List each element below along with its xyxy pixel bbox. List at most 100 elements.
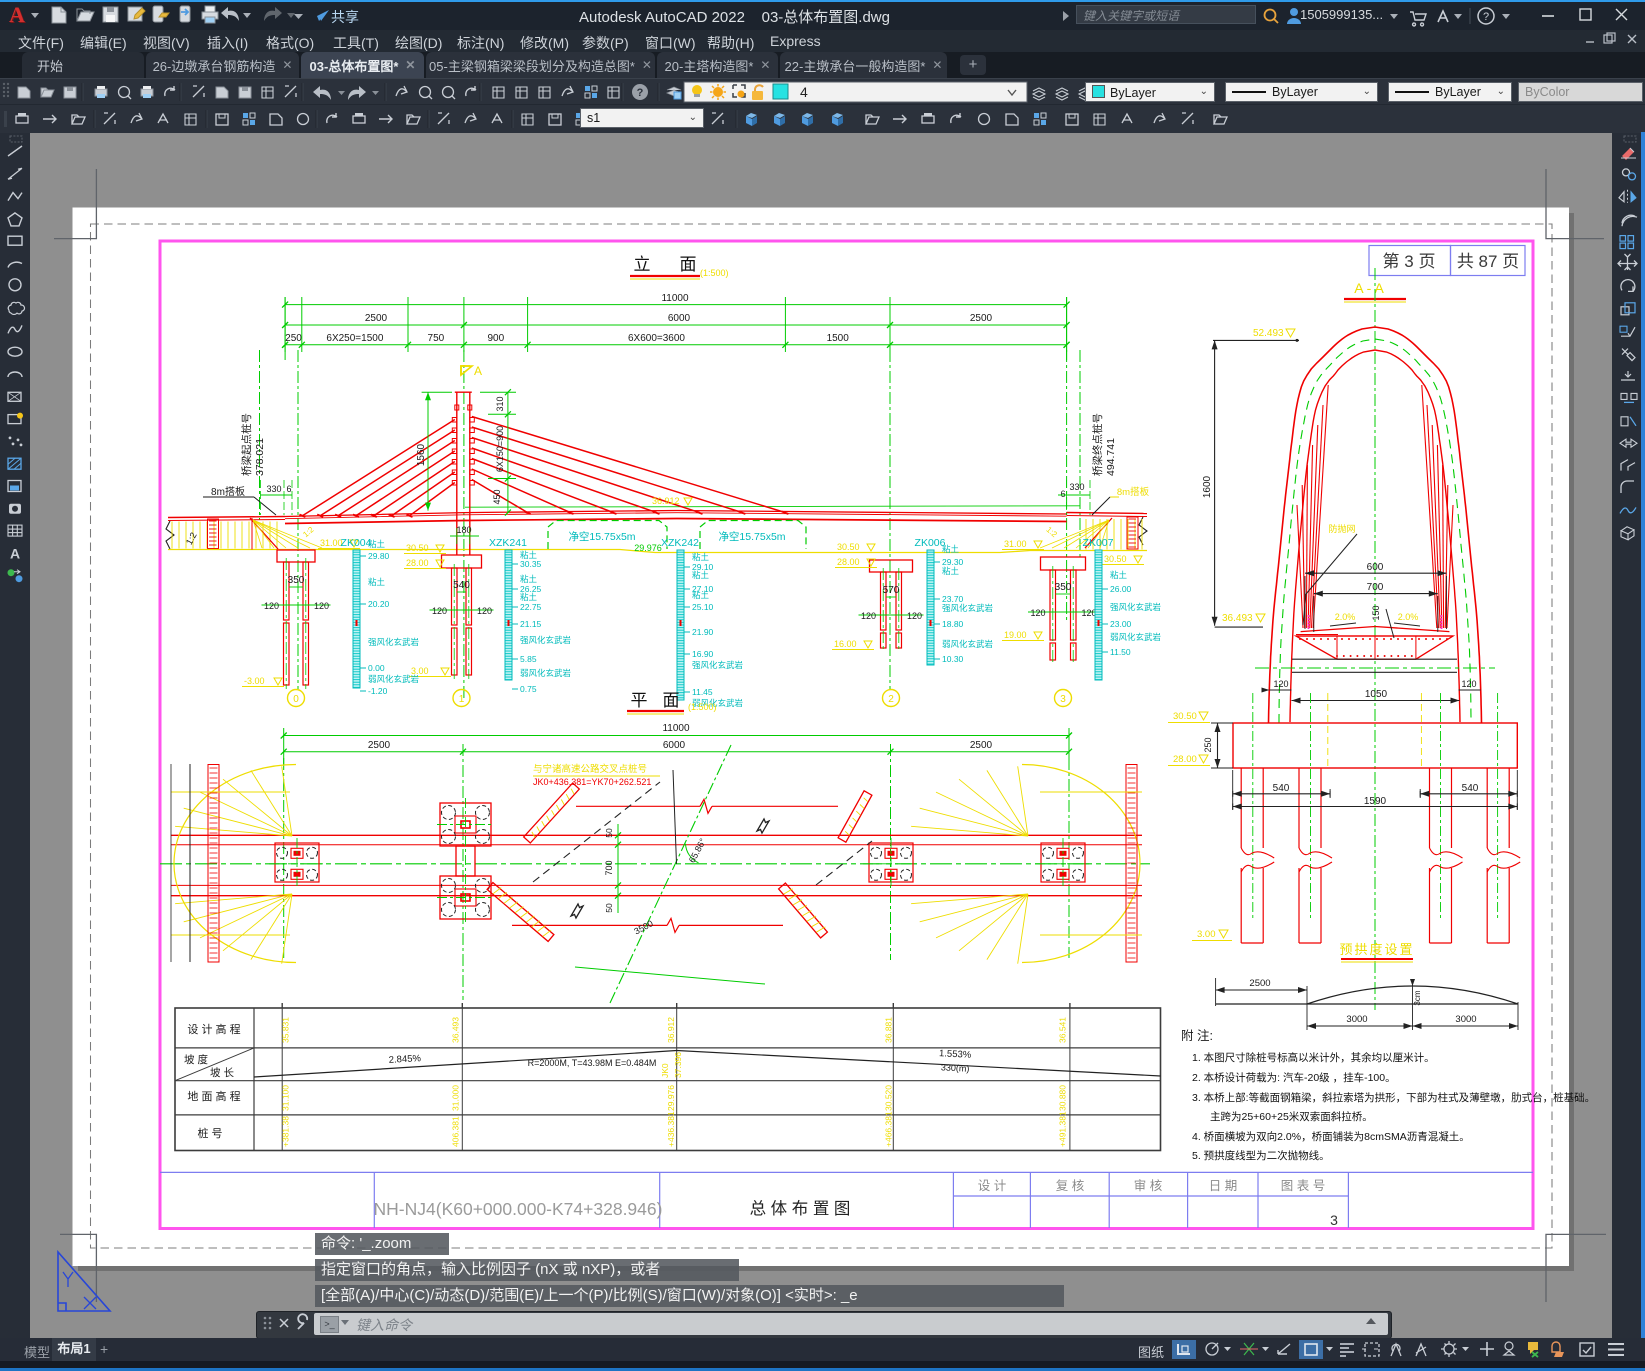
svg-text:4. 桥面横坡为双向2.0%，桥面铺装为8cmSMA沥青混凝: 4. 桥面横坡为双向2.0%，桥面铺装为8cmSMA沥青混凝土。	[1192, 1130, 1470, 1143]
svg-text:弱风化玄武岩: 弱风化玄武岩	[368, 674, 420, 684]
svg-text:30.520: 30.520	[884, 1085, 894, 1111]
svg-text:11000: 11000	[662, 723, 690, 734]
svg-text:1. 本图尺寸除桩号标高以米计外，其余均以厘米计。: 1. 本图尺寸除桩号标高以米计外，其余均以厘米计。	[1192, 1051, 1435, 1064]
svg-text:330(m): 330(m)	[941, 1062, 970, 1073]
svg-text:+466.381: +466.381	[884, 1111, 894, 1147]
svg-text:2.845%: 2.845%	[388, 1053, 421, 1066]
svg-text:450: 450	[492, 489, 502, 504]
svg-text:0.75: 0.75	[520, 684, 537, 694]
svg-text:A: A	[474, 364, 482, 378]
svg-text:120: 120	[861, 611, 876, 621]
svg-text:540: 540	[453, 580, 470, 591]
svg-text:52.493: 52.493	[1253, 328, 1284, 339]
svg-text:1590: 1590	[1364, 796, 1387, 807]
svg-text:28.00: 28.00	[837, 557, 860, 567]
svg-text:30.50: 30.50	[406, 543, 429, 553]
svg-text:4: 4	[800, 84, 808, 100]
svg-text:XZK241: XZK241	[489, 537, 527, 549]
svg-text:A - A: A - A	[1354, 280, 1384, 296]
svg-text:粘土: 粘土	[368, 577, 386, 587]
svg-text:16.90: 16.90	[692, 649, 714, 659]
svg-text:150: 150	[1371, 605, 1381, 620]
svg-text:30.50: 30.50	[837, 542, 860, 552]
svg-text:JK0: JK0	[660, 1063, 670, 1078]
svg-text:494.741: 494.741	[1105, 438, 1117, 476]
svg-text:700: 700	[1367, 582, 1384, 593]
svg-text:6X600=3600: 6X600=3600	[628, 333, 685, 344]
svg-text:设 计 高 程: 设 计 高 程	[187, 1022, 240, 1036]
svg-text:粘土: 粘土	[942, 544, 960, 554]
svg-text:36.541: 36.541	[1058, 1017, 1068, 1043]
svg-text:29.976: 29.976	[666, 1085, 676, 1111]
svg-text:桩 号: 桩 号	[197, 1126, 222, 1140]
svg-text:700: 700	[604, 860, 614, 875]
svg-text:540: 540	[1462, 783, 1479, 794]
svg-text:粘土: 粘土	[520, 574, 538, 584]
svg-text:36.493: 36.493	[1222, 613, 1253, 624]
svg-text:粘土: 粘土	[520, 550, 538, 560]
svg-text:弱风化玄武岩: 弱风化玄武岩	[520, 668, 572, 678]
svg-text:36.881: 36.881	[884, 1017, 894, 1043]
svg-text:粘土: 粘土	[692, 590, 710, 600]
svg-text:1600: 1600	[1202, 475, 1213, 498]
svg-text:120: 120	[907, 611, 922, 621]
svg-text:-1.20: -1.20	[368, 686, 388, 696]
svg-text:22.75: 22.75	[520, 602, 542, 612]
svg-text:坡 长: 坡 长	[210, 1066, 234, 1079]
svg-text:R=2000M, T=43.98M E=0.484M: R=2000M, T=43.98M E=0.484M	[528, 1058, 657, 1068]
svg-text:21.90: 21.90	[692, 627, 714, 637]
svg-text:6: 6	[1060, 489, 1065, 499]
svg-text:2: 2	[888, 694, 894, 705]
svg-text:30.880: 30.880	[1058, 1085, 1068, 1111]
svg-text:3000: 3000	[1455, 1014, 1476, 1025]
svg-text:强风化玄武岩: 强风化玄武岩	[942, 603, 994, 613]
svg-text:120: 120	[314, 601, 329, 611]
svg-text:3. 本桥上部:等截面钢箱梁，斜拉索塔为拱形，下部为柱式及薄: 3. 本桥上部:等截面钢箱梁，斜拉索塔为拱形，下部为柱式及薄壁墩，肋式台，桩基础…	[1192, 1091, 1595, 1104]
svg-text:50: 50	[604, 903, 614, 913]
svg-text:30.35: 30.35	[520, 559, 542, 569]
svg-text:3: 3	[1060, 694, 1066, 705]
svg-text:6000: 6000	[668, 313, 691, 324]
svg-text:8m搭板: 8m搭板	[1117, 486, 1150, 498]
svg-text:+436.381: +436.381	[666, 1111, 676, 1147]
svg-text:6: 6	[286, 484, 291, 494]
svg-text:面: 面	[680, 255, 697, 274]
svg-text:120: 120	[432, 606, 447, 616]
svg-text:36.912: 36.912	[666, 1017, 676, 1043]
svg-text:面: 面	[663, 691, 680, 710]
svg-text:11000: 11000	[661, 293, 689, 304]
svg-text:粘土: 粘土	[942, 566, 960, 576]
svg-text:120: 120	[1273, 679, 1288, 689]
svg-text:2.0%: 2.0%	[1335, 612, 1356, 622]
svg-text:30.50: 30.50	[1104, 554, 1127, 564]
svg-text:21.15: 21.15	[520, 619, 542, 629]
svg-text:与宁诸高速公路交叉点桩号: 与宁诸高速公路交叉点桩号	[533, 763, 647, 775]
svg-text:0.00: 0.00	[368, 663, 385, 673]
svg-text:36.493: 36.493	[451, 1017, 461, 1043]
svg-text:复 核: 复 核	[1056, 1179, 1085, 1193]
svg-text:粘土: 粘土	[520, 592, 538, 602]
svg-text:36.912: 36.912	[652, 496, 680, 506]
svg-text:2.0%: 2.0%	[1398, 612, 1419, 622]
svg-text:330: 330	[266, 484, 281, 494]
svg-text:净空15.75x5m: 净空15.75x5m	[718, 530, 785, 543]
svg-text:审 核: 审 核	[1134, 1178, 1163, 1193]
svg-text:29.80: 29.80	[368, 551, 390, 561]
svg-text:6000: 6000	[663, 740, 686, 751]
svg-text:?: ?	[637, 87, 644, 99]
svg-text:?: ?	[1483, 11, 1489, 23]
svg-text:10.30: 10.30	[942, 654, 964, 664]
svg-text:18.80: 18.80	[942, 619, 964, 629]
svg-text:第 3 页: 第 3 页	[1383, 252, 1436, 271]
svg-text:粘土: 粘土	[1110, 570, 1128, 580]
svg-text:1: 1	[459, 694, 465, 705]
svg-text:桥梁起点桩号: 桥梁起点桩号	[240, 413, 253, 476]
svg-text:37.396: 37.396	[673, 1052, 683, 1078]
svg-text:共 87 页: 共 87 页	[1457, 252, 1519, 271]
svg-text:JK0+436.381=YK70+262.521: JK0+436.381=YK70+262.521	[533, 777, 651, 787]
svg-text:弱风化玄武岩: 弱风化玄武岩	[1110, 632, 1162, 642]
svg-text:50: 50	[604, 828, 614, 838]
svg-text:31.00: 31.00	[320, 538, 343, 548]
svg-text:立: 立	[634, 255, 651, 274]
svg-text:16.00: 16.00	[834, 639, 857, 649]
